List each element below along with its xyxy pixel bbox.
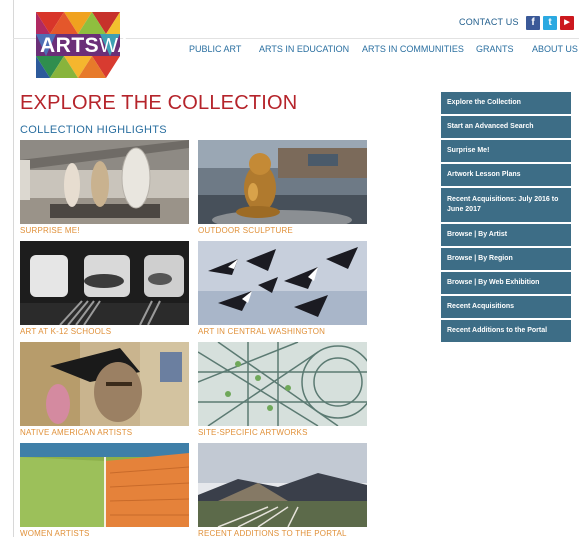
gallery-sculptures-image <box>20 140 189 224</box>
sidebar-item-recent-acquisitions-2016-2017[interactable]: Recent Acquisitions: July 2016 to June 2… <box>441 188 571 222</box>
tile-caption[interactable]: ART AT K-12 SCHOOLS <box>20 327 111 336</box>
nav-arts-in-education[interactable]: ARTS IN EDUCATION <box>259 44 349 54</box>
tile-site-specific-artworks-image[interactable] <box>198 342 367 426</box>
section-heading: COLLECTION HIGHLIGHTS <box>20 124 167 136</box>
nav-arts-in-communities[interactable]: ARTS IN COMMUNITIES <box>362 44 464 54</box>
tile-caption[interactable]: OUTDOOR SCULPTURE <box>198 226 293 235</box>
tile-native-american-artists-image[interactable] <box>20 342 189 426</box>
tile-caption[interactable]: RECENT ADDITIONS TO THE PORTAL <box>198 529 347 537</box>
glass-dome-artwork-image <box>198 342 367 426</box>
portrait-painting-image <box>20 342 189 426</box>
youtube-icon[interactable]: ▶ <box>560 16 574 30</box>
sidebar-item-lesson-plans[interactable]: Artwork Lesson Plans <box>441 164 571 186</box>
bronze-animal-sculpture-image <box>198 140 367 224</box>
sidebar-item-recent-acquisitions[interactable]: Recent Acquisitions <box>441 296 571 318</box>
facebook-icon[interactable]: f <box>526 16 540 30</box>
sidebar-item-recent-additions[interactable]: Recent Additions to the Portal <box>441 320 571 342</box>
tile-central-washington-image[interactable] <box>198 241 367 325</box>
tile-caption[interactable]: NATIVE AMERICAN ARTISTS <box>20 428 132 437</box>
windows-artwork-image <box>20 241 189 325</box>
sidebar-item-explore-collection[interactable]: Explore the Collection <box>441 92 571 114</box>
tile-caption[interactable]: ART IN CENTRAL WASHINGTON <box>198 327 325 336</box>
frame-divider-left <box>13 0 14 537</box>
collection-sidebar: Explore the Collection Start an Advanced… <box>441 92 571 344</box>
tile-k12-schools-image[interactable] <box>20 241 189 325</box>
tile-caption[interactable]: WOMEN ARTISTS <box>20 529 90 537</box>
abstract-green-orange-painting-image <box>20 443 189 527</box>
twitter-icon[interactable]: t <box>543 16 557 30</box>
nav-public-art[interactable]: PUBLIC ART <box>189 44 241 54</box>
tile-caption[interactable]: SURPRISE ME! <box>20 226 80 235</box>
artswa-logo[interactable]: ARTSWA <box>36 12 131 78</box>
sidebar-item-advanced-search[interactable]: Start an Advanced Search <box>441 116 571 138</box>
sidebar-item-browse-by-region[interactable]: Browse | By Region <box>441 248 571 270</box>
page: ARTSWA CONTACT US f t ▶ PUBLIC ART ARTS … <box>0 0 579 537</box>
nav-grants[interactable]: GRANTS <box>476 44 514 54</box>
nav-about-us[interactable]: ABOUT US <box>532 44 578 54</box>
page-title: EXPLORE THE COLLECTION <box>20 92 298 114</box>
magpies-painting-image <box>198 241 367 325</box>
landscape-painting-image <box>198 443 367 527</box>
tile-surprise-me-image[interactable] <box>20 140 189 224</box>
logo-wordmark: ARTSWA <box>40 34 132 57</box>
sidebar-item-surprise-me[interactable]: Surprise Me! <box>441 140 571 162</box>
tile-outdoor-sculpture-image[interactable] <box>198 140 367 224</box>
tile-women-artists-image[interactable] <box>20 443 189 527</box>
sidebar-item-browse-by-artist[interactable]: Browse | By Artist <box>441 224 571 246</box>
tile-recent-additions-image[interactable] <box>198 443 367 527</box>
contact-us-link[interactable]: CONTACT US <box>459 17 519 27</box>
tile-caption[interactable]: SITE-SPECIFIC ARTWORKS <box>198 428 308 437</box>
sidebar-item-browse-by-web-exhibition[interactable]: Browse | By Web Exhibition <box>441 272 571 294</box>
